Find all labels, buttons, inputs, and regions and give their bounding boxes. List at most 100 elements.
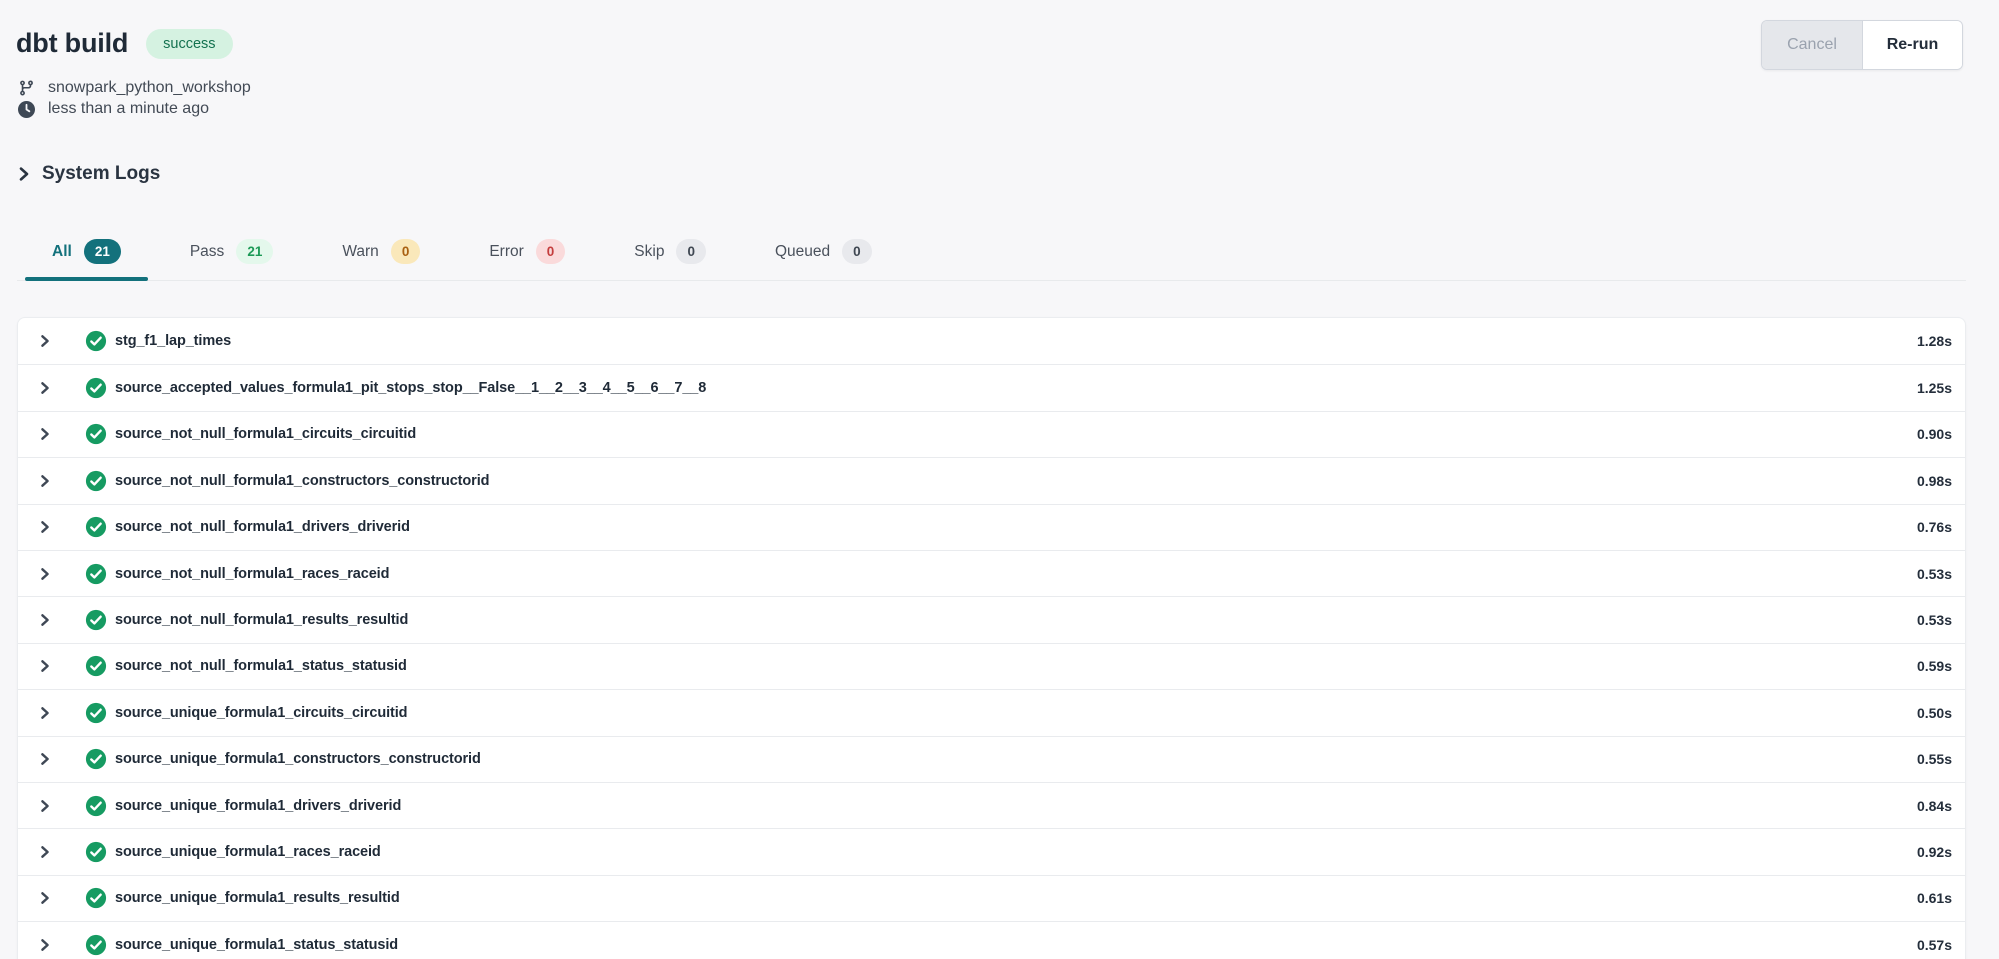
- result-name: source_not_null_formula1_constructors_co…: [115, 473, 1905, 489]
- tab-label: Pass: [190, 243, 224, 261]
- success-check-icon: [85, 934, 107, 956]
- result-duration: 1.25s: [1917, 380, 1952, 396]
- result-duration: 0.55s: [1917, 751, 1952, 767]
- chevron-right-icon[interactable]: [38, 427, 52, 441]
- results-list: stg_f1_lap_times 1.28s source_accepted_v…: [17, 317, 1966, 959]
- result-row[interactable]: source_unique_formula1_status_statusid 0…: [18, 921, 1965, 959]
- tab-count-badge: 0: [842, 239, 872, 264]
- chevron-right-icon[interactable]: [38, 752, 52, 766]
- success-check-icon: [85, 702, 107, 724]
- result-row[interactable]: source_unique_formula1_results_resultid …: [18, 875, 1965, 921]
- tab-count-badge: 21: [84, 239, 121, 264]
- status-tabs: All 21 Pass 21 Warn 0 Error 0 Skip 0 Que…: [17, 237, 1966, 281]
- rerun-button[interactable]: Re-run: [1862, 21, 1962, 69]
- result-row[interactable]: source_unique_formula1_circuits_circuiti…: [18, 689, 1965, 735]
- result-name: source_unique_formula1_circuits_circuiti…: [115, 705, 1905, 721]
- result-name: source_not_null_formula1_circuits_circui…: [115, 426, 1905, 442]
- result-duration: 1.28s: [1917, 333, 1952, 349]
- branch-meta: snowpark_python_workshop: [16, 79, 1963, 97]
- tab-count-badge: 0: [676, 239, 706, 264]
- result-row[interactable]: source_accepted_values_formula1_pit_stop…: [18, 364, 1965, 410]
- chevron-right-icon[interactable]: [38, 938, 52, 952]
- result-row[interactable]: source_unique_formula1_constructors_cons…: [18, 736, 1965, 782]
- tab-label: Warn: [342, 243, 378, 261]
- result-name: stg_f1_lap_times: [115, 333, 1905, 349]
- git-branch-icon: [16, 79, 36, 97]
- success-check-icon: [85, 516, 107, 538]
- success-check-icon: [85, 330, 107, 352]
- tab-pass[interactable]: Pass 21: [163, 239, 301, 280]
- result-row[interactable]: stg_f1_lap_times 1.28s: [18, 318, 1965, 364]
- chevron-right-icon[interactable]: [38, 334, 52, 348]
- result-row[interactable]: source_not_null_formula1_constructors_co…: [18, 457, 1965, 503]
- clock-icon: [16, 101, 36, 118]
- result-name: source_unique_formula1_races_raceid: [115, 844, 1905, 860]
- run-actions: Cancel Re-run: [1761, 20, 1963, 70]
- result-name: source_unique_formula1_results_resultid: [115, 890, 1905, 906]
- tab-error[interactable]: Error 0: [462, 239, 592, 280]
- chevron-right-icon[interactable]: [38, 474, 52, 488]
- chevron-right-icon[interactable]: [38, 659, 52, 673]
- success-check-icon: [85, 655, 107, 677]
- chevron-right-icon[interactable]: [38, 381, 52, 395]
- result-row[interactable]: source_not_null_formula1_status_statusid…: [18, 643, 1965, 689]
- success-check-icon: [85, 841, 107, 863]
- tab-label: Skip: [634, 243, 664, 261]
- result-name: source_unique_formula1_status_statusid: [115, 937, 1905, 953]
- chevron-right-icon[interactable]: [38, 799, 52, 813]
- tab-skip[interactable]: Skip 0: [607, 239, 733, 280]
- branch-name: snowpark_python_workshop: [48, 79, 251, 97]
- result-duration: 0.53s: [1917, 612, 1952, 628]
- result-duration: 0.59s: [1917, 658, 1952, 674]
- result-name: source_accepted_values_formula1_pit_stop…: [115, 380, 1905, 396]
- chevron-right-icon[interactable]: [38, 891, 52, 905]
- result-duration: 0.50s: [1917, 705, 1952, 721]
- page-title: dbt build: [16, 28, 128, 59]
- chevron-right-icon[interactable]: [38, 845, 52, 859]
- tab-queued[interactable]: Queued 0: [748, 239, 899, 280]
- system-logs-toggle[interactable]: System Logs: [16, 163, 1999, 185]
- time-meta: less than a minute ago: [16, 100, 1963, 118]
- result-row[interactable]: source_not_null_formula1_circuits_circui…: [18, 411, 1965, 457]
- success-check-icon: [85, 563, 107, 585]
- result-row[interactable]: source_not_null_formula1_races_raceid 0.…: [18, 550, 1965, 596]
- tab-label: Error: [489, 243, 523, 261]
- run-header: dbt build success snowpark_python_worksh…: [0, 0, 1999, 118]
- title-row: dbt build success: [16, 28, 1963, 59]
- success-check-icon: [85, 609, 107, 631]
- result-name: source_not_null_formula1_status_statusid: [115, 658, 1905, 674]
- result-duration: 0.90s: [1917, 426, 1952, 442]
- system-logs-label: System Logs: [42, 163, 160, 185]
- chevron-right-icon: [16, 166, 32, 182]
- chevron-right-icon[interactable]: [38, 706, 52, 720]
- result-duration: 0.84s: [1917, 798, 1952, 814]
- time-ago: less than a minute ago: [48, 100, 209, 118]
- tab-label: Queued: [775, 243, 830, 261]
- cancel-button[interactable]: Cancel: [1762, 21, 1862, 69]
- tab-label: All: [52, 243, 72, 261]
- result-row[interactable]: source_unique_formula1_races_raceid 0.92…: [18, 828, 1965, 874]
- result-name: source_not_null_formula1_races_raceid: [115, 566, 1905, 582]
- tab-all[interactable]: All 21: [25, 239, 148, 280]
- result-duration: 0.61s: [1917, 890, 1952, 906]
- success-check-icon: [85, 748, 107, 770]
- chevron-right-icon[interactable]: [38, 613, 52, 627]
- result-duration: 0.76s: [1917, 519, 1952, 535]
- result-name: source_unique_formula1_constructors_cons…: [115, 751, 1905, 767]
- result-row[interactable]: source_not_null_formula1_drivers_driveri…: [18, 504, 1965, 550]
- result-name: source_not_null_formula1_drivers_driveri…: [115, 519, 1905, 535]
- success-check-icon: [85, 470, 107, 492]
- tab-count-badge: 0: [536, 239, 566, 264]
- tab-warn[interactable]: Warn 0: [315, 239, 447, 280]
- success-check-icon: [85, 423, 107, 445]
- result-row[interactable]: source_not_null_formula1_results_resulti…: [18, 596, 1965, 642]
- result-duration: 0.53s: [1917, 566, 1952, 582]
- chevron-right-icon[interactable]: [38, 567, 52, 581]
- result-row[interactable]: source_unique_formula1_drivers_driverid …: [18, 782, 1965, 828]
- result-name: source_unique_formula1_drivers_driverid: [115, 798, 1905, 814]
- active-tab-underline: [25, 277, 148, 281]
- chevron-right-icon[interactable]: [38, 520, 52, 534]
- result-duration: 0.98s: [1917, 473, 1952, 489]
- success-check-icon: [85, 887, 107, 909]
- tab-count-badge: 0: [391, 239, 421, 264]
